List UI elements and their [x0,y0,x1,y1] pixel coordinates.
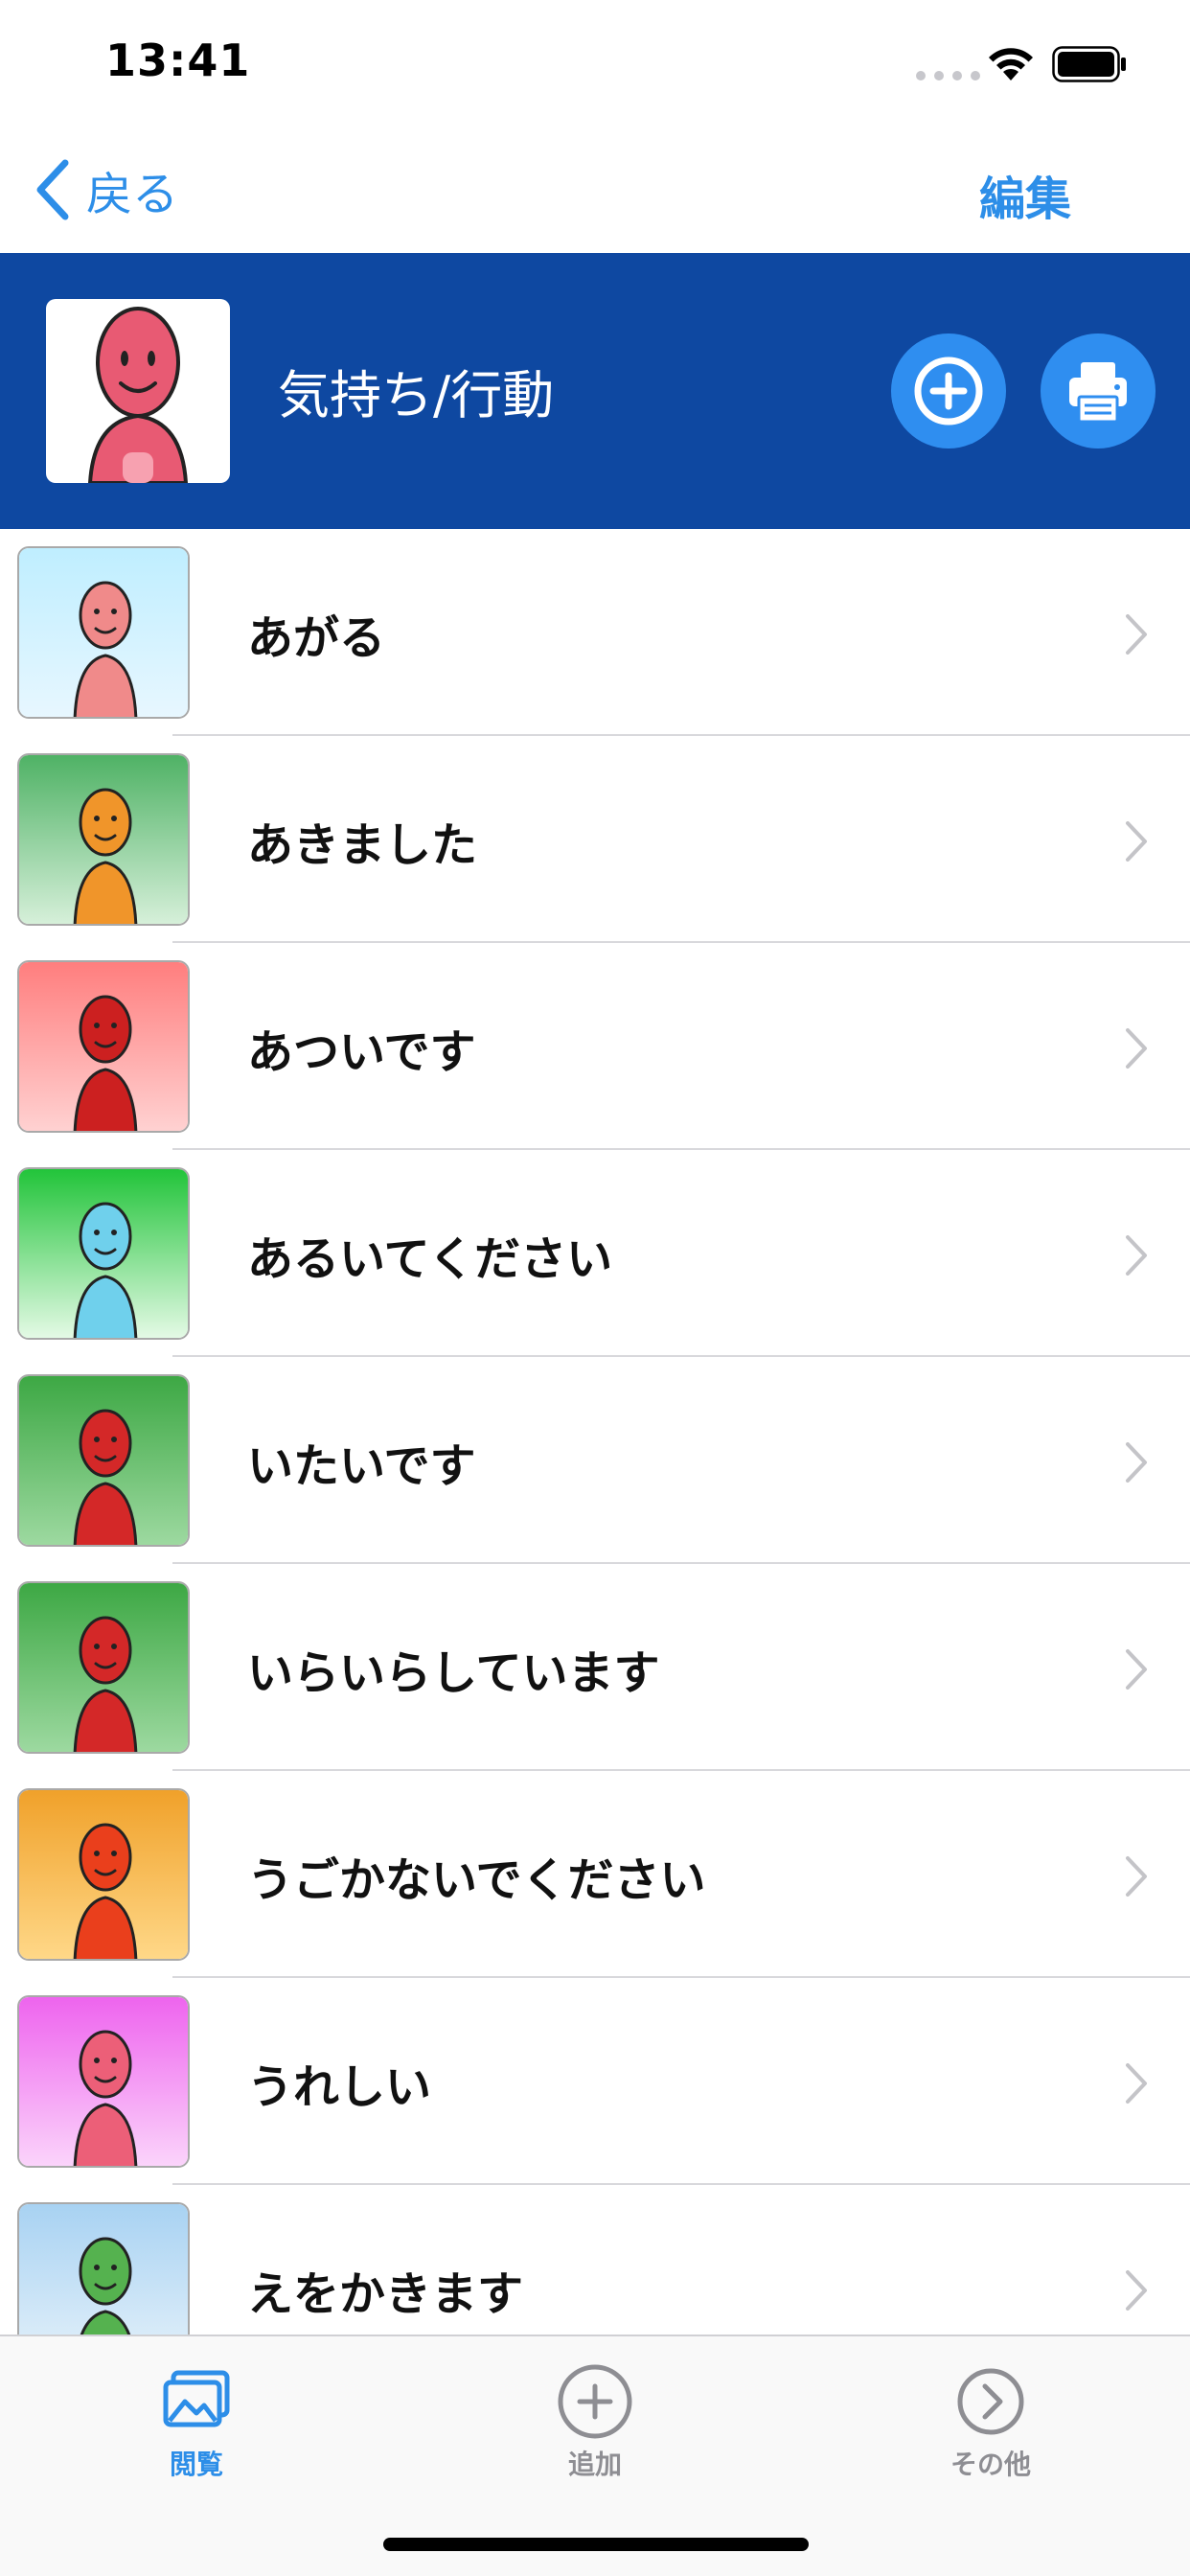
tab-browse[interactable]: 閲覧 [53,2336,340,2490]
list-item-label: いたいです [247,1439,476,1493]
cellular-signal-icon [916,71,980,80]
chevron-right-icon [1126,1442,1147,1483]
pictogram-icon [19,1376,188,1545]
pictogram-icon [19,1997,188,2166]
edit-button[interactable]: 編集 [979,161,1071,228]
chevron-right-icon [1126,1235,1147,1276]
list-item-thumbnail [17,2202,190,2334]
navigation-bar: 戻る 編集 [0,126,1190,253]
pictogram-icon [19,2204,188,2334]
pictogram-icon [19,1169,188,1338]
plus-circle-icon [558,2364,632,2439]
list-item-label: いらいらしています [247,1646,660,1700]
list-item-thumbnail [17,1788,190,1961]
category-header: 気持ち/行動 [0,253,1190,529]
chevron-right-icon [1126,614,1147,655]
pictogram-icon [19,548,188,717]
back-button[interactable]: 戻る [34,159,179,221]
list-item-thumbnail [17,1581,190,1754]
back-button-label: 戻る [86,168,179,221]
list-item-label: あるいてください [247,1232,613,1286]
chevron-left-icon [36,159,69,220]
list-item-label: うれしい [247,2060,432,2114]
list-item-thumbnail [17,546,190,719]
list-item[interactable]: あついです [0,943,1190,1150]
print-button[interactable] [1041,334,1156,448]
list-item-thumbnail [17,960,190,1133]
list-item[interactable]: あきました [0,736,1190,943]
list-item-label: あきました [247,818,478,872]
chevron-right-circle-icon [957,2368,1024,2435]
category-thumbnail[interactable] [46,299,230,483]
home-indicator [383,2538,809,2551]
printer-icon [1069,362,1127,424]
list-item[interactable]: あがる [0,529,1190,736]
list-item-thumbnail [17,1374,190,1547]
list-item-label: うごかないでください [247,1853,706,1907]
person-face-icon [87,307,189,483]
add-item-button[interactable] [891,334,1006,448]
list-item-label: あついです [247,1025,476,1079]
chevron-right-icon [1126,2063,1147,2104]
list-item[interactable]: いらいらしています [0,1564,1190,1771]
chevron-right-icon [1126,1028,1147,1069]
pictogram-icon [19,1583,188,1752]
list-item-thumbnail [17,1995,190,2168]
list-item[interactable]: うれしい [0,1978,1190,2185]
list-item-thumbnail [17,1167,190,1340]
chevron-right-icon [1126,821,1147,862]
tab-add[interactable]: 追加 [451,2336,739,2490]
tab-add-label: 追加 [567,2449,622,2480]
wifi-icon [989,48,1033,80]
list-item[interactable]: いたいです [0,1357,1190,1564]
list-item[interactable]: あるいてください [0,1150,1190,1357]
plus-circle-icon [914,356,983,426]
chevron-right-icon [1126,1856,1147,1897]
list-item[interactable]: えをかきます [0,2185,1190,2334]
card-list: あがるあきましたあついですあるいてください いたいですいらいらしています うごかない… [0,529,1190,2334]
pictogram-icon [19,962,188,1131]
tab-browse-label: 閲覧 [169,2449,223,2480]
tab-other-label: その他 [950,2449,1031,2480]
chevron-right-icon [1126,1649,1147,1690]
tab-other[interactable]: その他 [847,2336,1134,2490]
pictogram-icon [19,1790,188,1959]
status-bar: 13:41 [0,0,1190,126]
pictogram-icon [19,755,188,924]
list-item[interactable]: うごかないでください [0,1771,1190,1978]
chevron-right-icon [1126,2270,1147,2311]
battery-icon [1052,46,1126,82]
tab-bar: 閲覧 追加 その他 [0,2334,1190,2576]
status-time: 13:41 [105,34,251,86]
photos-icon [163,2370,230,2427]
category-title: 気持ち/行動 [278,365,555,426]
list-item-label: あがる [247,611,386,665]
list-item-thumbnail [17,753,190,926]
list-item-label: えをかきます [247,2267,524,2321]
